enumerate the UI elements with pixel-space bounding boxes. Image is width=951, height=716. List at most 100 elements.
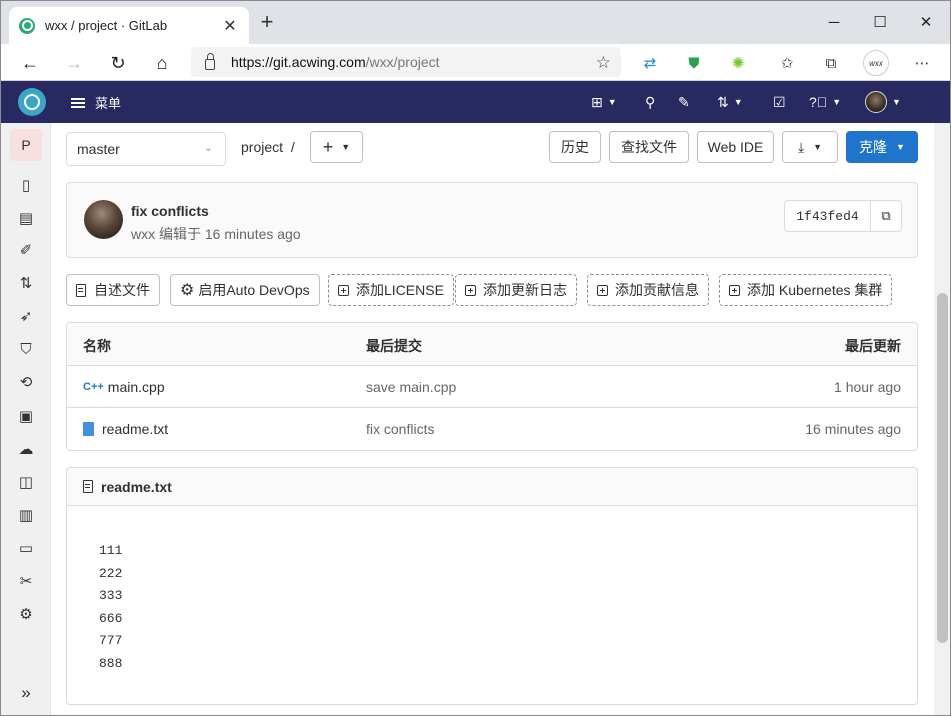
- plus-square-icon: [465, 284, 476, 296]
- commit-author-avatar[interactable]: [84, 200, 123, 239]
- merge-requests-icon[interactable]: ⇅ ▼: [717, 93, 743, 111]
- quick-label: 添加更新日志: [483, 282, 567, 298]
- table-row[interactable]: C++ main.cpp save main.cpp 1 hour ago: [67, 366, 917, 408]
- download-icon: ⤓: [797, 138, 805, 155]
- sync-extension-icon[interactable]: ⇄: [639, 52, 661, 74]
- web-ide-button[interactable]: Web IDE: [697, 131, 774, 163]
- readme-content: 111 222 333 666 777 888: [67, 506, 917, 675]
- file-name[interactable]: main.cpp: [108, 379, 165, 395]
- back-icon[interactable]: ←: [16, 49, 44, 77]
- packages-icon[interactable]: ◫: [16, 472, 36, 492]
- add-kubernetes-button[interactable]: 添加 Kubernetes 集群: [719, 274, 893, 306]
- file-commit[interactable]: fix conflicts: [366, 421, 434, 437]
- analytics-icon[interactable]: ▥: [16, 505, 36, 525]
- gitlab-logo-icon[interactable]: [18, 88, 46, 116]
- maximize-icon[interactable]: ☐: [857, 9, 903, 35]
- minimize-icon[interactable]: ─: [811, 9, 857, 35]
- add-license-button[interactable]: 添加LICENSE: [328, 274, 454, 306]
- menu-button[interactable]: 菜单: [71, 93, 121, 112]
- page-scrollbar[interactable]: [934, 123, 950, 715]
- readme-line: 222: [99, 565, 123, 581]
- file-commit[interactable]: save main.cpp: [366, 379, 456, 395]
- favorites-icon[interactable]: ✩: [776, 52, 798, 74]
- table-header: 名称 最后提交 最后更新: [67, 323, 917, 366]
- file-icon: [83, 480, 93, 493]
- quick-label: 启用Auto DevOps: [198, 282, 310, 298]
- browser-window: wxx / project · GitLab ✕ + ─ ☐ ✕ ← → ↻ ⌂…: [0, 0, 951, 716]
- close-window-icon[interactable]: ✕: [903, 9, 949, 35]
- gear-icon: ⚙: [180, 282, 195, 299]
- security-shield-icon[interactable]: ⛉: [16, 339, 36, 359]
- file-name[interactable]: readme.txt: [102, 421, 168, 437]
- text-file-icon: [83, 422, 94, 436]
- snippets-scissors-icon[interactable]: ✂: [16, 571, 36, 591]
- menu-label: 菜单: [95, 96, 122, 111]
- readme-line: 888: [99, 655, 123, 671]
- quick-label: 自述文件: [94, 282, 150, 298]
- clone-button[interactable]: 克隆 ▼: [846, 131, 918, 163]
- wiki-icon[interactable]: ▭: [16, 538, 36, 558]
- refresh-icon[interactable]: ↻: [104, 49, 132, 77]
- shield-extension-icon[interactable]: ⛊: [683, 52, 705, 74]
- readme-quick-button[interactable]: 自述文件: [66, 274, 160, 306]
- download-button[interactable]: ⤓ ▼: [782, 131, 838, 163]
- address-bar[interactable]: https://git.acwing.com/wxx/project ☆: [191, 47, 621, 77]
- user-menu[interactable]: ▼: [865, 91, 901, 113]
- commit-sha[interactable]: 1f43fed4: [785, 201, 871, 231]
- expand-sidebar-icon[interactable]: »: [16, 683, 36, 703]
- create-new-icon[interactable]: ⊞ ▼: [591, 93, 617, 111]
- commit-sha-group: 1f43fed4 ⧉: [784, 200, 902, 232]
- auto-devops-button[interactable]: ⚙ 启用Auto DevOps: [170, 274, 320, 306]
- cicd-rocket-icon[interactable]: ➶: [16, 306, 36, 326]
- add-contributing-button[interactable]: 添加贡献信息: [587, 274, 709, 306]
- profile-extension-icon[interactable]: wxx: [863, 50, 889, 76]
- browser-tab[interactable]: wxx / project · GitLab ✕: [9, 7, 249, 44]
- help-icon[interactable]: ?⃝ ▼: [809, 93, 841, 111]
- forward-icon[interactable]: →: [60, 49, 88, 77]
- home-icon[interactable]: ⌂: [148, 49, 176, 77]
- find-file-button[interactable]: 查找文件: [609, 131, 689, 163]
- file-updated: 1 hour ago: [834, 379, 901, 395]
- branch-select[interactable]: master ⌄: [66, 132, 226, 166]
- merge-requests-sidebar-icon[interactable]: ⇅: [16, 273, 36, 293]
- address-toolbar: ← → ↻ ⌂ https://git.acwing.com/wxx/proje…: [1, 44, 950, 81]
- monitor-icon[interactable]: ▣: [16, 406, 36, 426]
- plus-square-icon: [338, 284, 349, 296]
- deployments-icon[interactable]: ⟲: [16, 372, 36, 392]
- issues-sidebar-icon[interactable]: ✐: [16, 240, 36, 260]
- search-icon[interactable]: ⚲: [645, 93, 655, 111]
- hamburger-icon: [71, 97, 85, 108]
- lime-extension-icon[interactable]: ✺: [727, 52, 749, 74]
- copy-clipboard-icon[interactable]: ⧉: [871, 201, 901, 231]
- column-last-commit: 最后提交: [366, 338, 422, 354]
- new-tab-icon[interactable]: +: [256, 11, 278, 33]
- quick-label: 添加贡献信息: [615, 282, 699, 298]
- cpp-icon: C++: [83, 381, 104, 393]
- add-changelog-button[interactable]: 添加更新日志: [455, 274, 577, 306]
- url-path: /wxx/project: [365, 54, 440, 70]
- lock-icon: [205, 52, 215, 70]
- more-menu-icon[interactable]: ⋯: [911, 52, 933, 74]
- scrollbar-thumb[interactable]: [937, 293, 948, 643]
- commit-title[interactable]: fix conflicts: [131, 203, 209, 219]
- readme-header: readme.txt: [67, 468, 917, 506]
- project-avatar[interactable]: P: [10, 129, 42, 161]
- add-menu-button[interactable]: + ▼: [310, 131, 363, 163]
- todo-icon[interactable]: ☑: [773, 93, 786, 111]
- quick-label: 添加 Kubernetes 集群: [747, 282, 883, 298]
- issues-icon[interactable]: ✎: [678, 93, 690, 111]
- repository-icon[interactable]: ▤: [16, 208, 36, 228]
- quick-label: 添加LICENSE: [356, 282, 444, 298]
- url-host: https://git.acwing.com: [231, 54, 366, 70]
- collections-icon[interactable]: ⧉: [820, 52, 842, 74]
- column-name: 名称: [83, 338, 111, 354]
- infrastructure-icon[interactable]: ☁: [16, 439, 36, 459]
- history-button[interactable]: 历史: [549, 131, 601, 163]
- settings-gear-icon[interactable]: ⚙: [16, 604, 36, 624]
- favorite-star-icon[interactable]: ☆: [596, 53, 611, 73]
- readme-filename[interactable]: readme.txt: [101, 479, 172, 495]
- close-tab-icon[interactable]: ✕: [221, 16, 239, 36]
- table-row[interactable]: readme.txt fix conflicts 16 minutes ago: [67, 408, 917, 450]
- project-overview-icon[interactable]: ▯: [16, 175, 36, 195]
- breadcrumb-project[interactable]: project: [241, 139, 283, 155]
